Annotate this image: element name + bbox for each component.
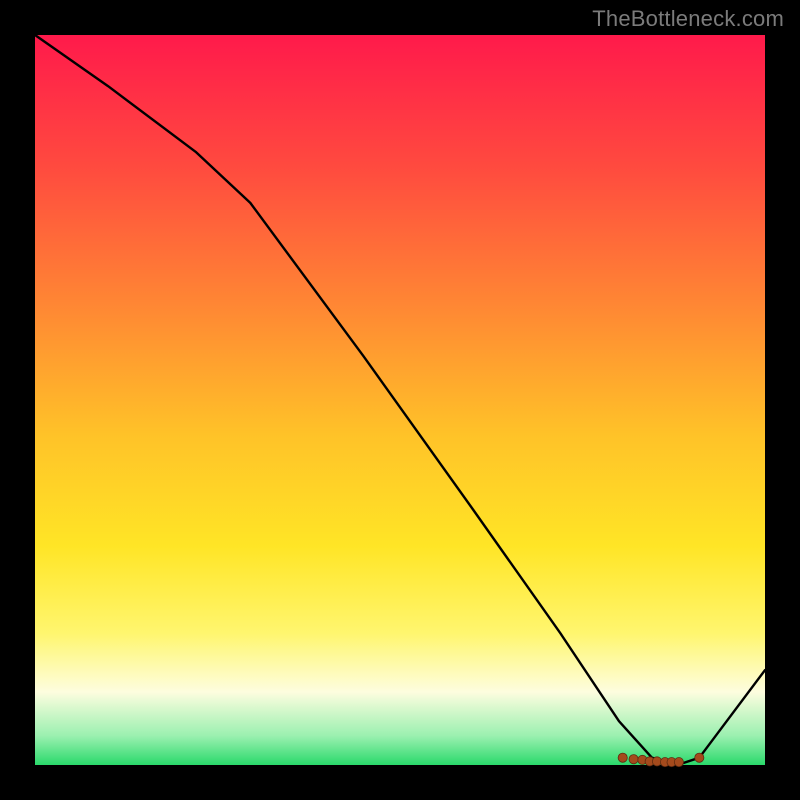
marker-dot <box>695 753 704 762</box>
chart-overlay <box>35 35 765 765</box>
bottleneck-curve <box>35 35 765 765</box>
chart-root: TheBottleneck.com <box>0 0 800 800</box>
attribution-text: TheBottleneck.com <box>592 6 784 32</box>
marker-dot <box>618 753 627 762</box>
chart-plot-area <box>35 35 765 765</box>
marker-dot <box>674 758 683 767</box>
marker-dot <box>629 755 638 764</box>
